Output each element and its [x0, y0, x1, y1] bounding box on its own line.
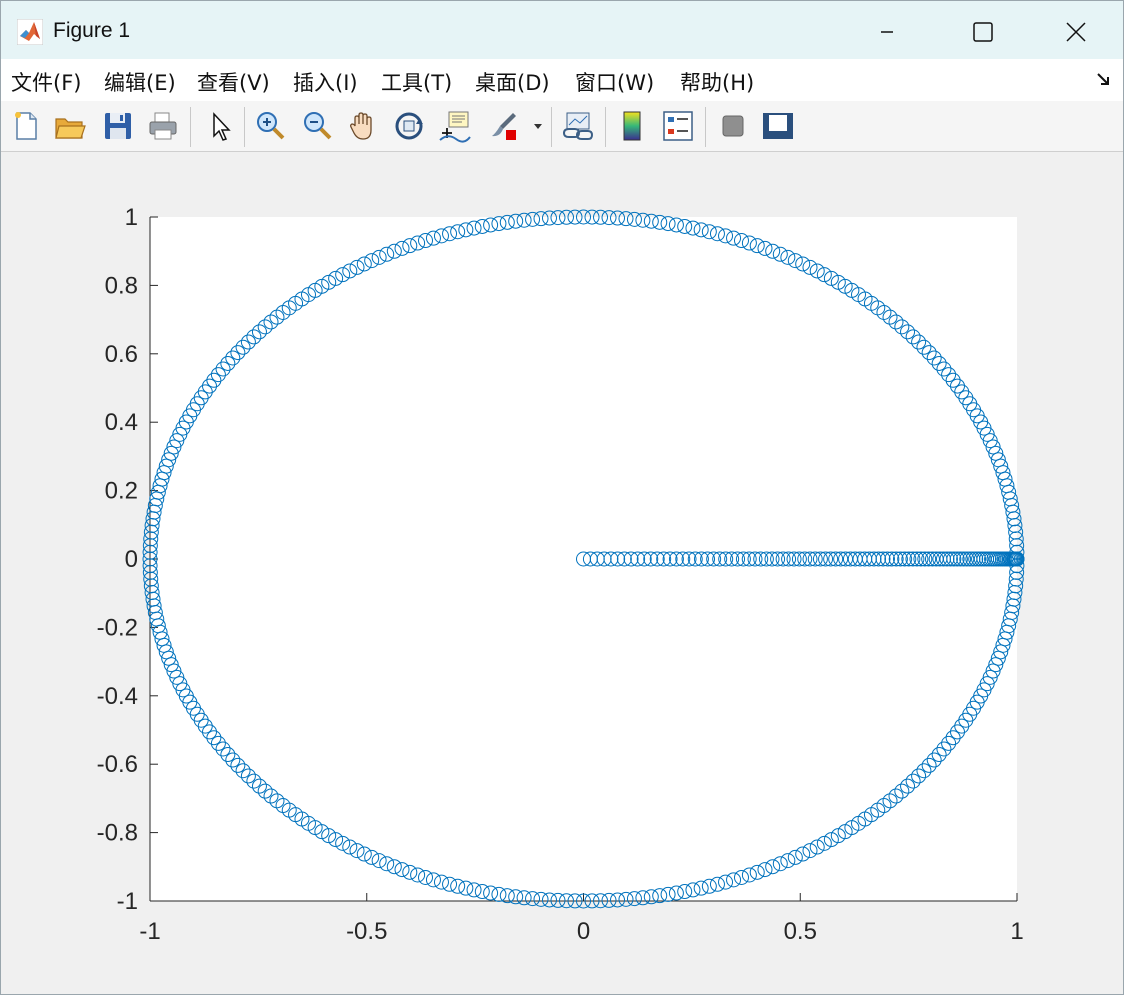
- y-tick-label: -1: [117, 888, 138, 915]
- scatter-plot[interactable]: -1 -0.5 0 0.5 1 -1 -0.8 -0.6 -0.4 -0.2 0 0.2 0.4 0.6 0…: [1, 152, 1123, 994]
- pan-hand-icon[interactable]: [346, 109, 380, 143]
- y-tick-label: -0.8: [97, 820, 138, 847]
- brush-icon[interactable]: [486, 109, 520, 143]
- window-title: Figure 1: [53, 19, 131, 42]
- menu-view[interactable]: 查看(V): [197, 67, 270, 97]
- x-tick-label: -0.5: [346, 918, 387, 945]
- toolbar-separator: [190, 107, 191, 147]
- menu-tools[interactable]: 工具(T): [381, 67, 452, 97]
- print-icon[interactable]: [146, 109, 180, 143]
- menu-bar: 文件(F) 编辑(E) 查看(V) 插入(I) 工具(T) 桌面(D) 窗口(W…: [1, 59, 1123, 102]
- y-tick-label: 0.4: [105, 409, 138, 436]
- hide-plot-tools-icon[interactable]: [716, 109, 750, 143]
- x-tick-label: 0.5: [784, 918, 817, 945]
- y-tick-label: 0.6: [105, 341, 138, 368]
- show-plot-tools-icon[interactable]: [761, 109, 795, 143]
- toolbar-separator: [551, 107, 552, 147]
- zoom-out-icon[interactable]: [300, 109, 334, 143]
- x-tick-label: 0: [577, 918, 590, 945]
- figure-window: Figure 1 文件(F) 编辑(E) 查看(V) 插入(I) 工具(T) 桌…: [0, 0, 1124, 995]
- x-tick-label: 1: [1010, 918, 1023, 945]
- y-tick-label: -0.4: [97, 683, 138, 710]
- y-tick-label: 0.8: [105, 272, 138, 299]
- matlab-logo-icon: [16, 18, 44, 46]
- figure-canvas: -1 -0.5 0 0.5 1 -1 -0.8 -0.6 -0.4 -0.2 0 0.2 0.4 0.6 0…: [1, 152, 1123, 994]
- title-bar: Figure 1: [1, 1, 1123, 59]
- menu-desktop[interactable]: 桌面(D): [475, 67, 550, 97]
- menu-file[interactable]: 文件(F): [11, 67, 81, 97]
- toolbar-separator: [705, 107, 706, 147]
- toolbar-separator: [605, 107, 606, 147]
- colorbar-icon[interactable]: [615, 109, 649, 143]
- zoom-in-icon[interactable]: [253, 109, 287, 143]
- link-plot-icon[interactable]: [561, 109, 595, 143]
- minimize-button[interactable]: [867, 15, 907, 49]
- y-tick-label: 0: [125, 546, 138, 573]
- rotate-3d-icon[interactable]: [392, 109, 426, 143]
- figure-toolbar: [1, 101, 1123, 152]
- data-cursor-icon[interactable]: [438, 109, 472, 143]
- y-tick-label: -0.2: [97, 614, 138, 641]
- toolbar-separator: [244, 107, 245, 147]
- menu-help[interactable]: 帮助(H): [680, 67, 754, 97]
- dock-arrow-icon[interactable]: [1095, 71, 1113, 89]
- new-figure-icon[interactable]: [9, 109, 43, 143]
- edit-plot-arrow-icon[interactable]: [203, 109, 237, 143]
- legend-icon[interactable]: [661, 109, 695, 143]
- open-file-icon[interactable]: [53, 109, 87, 143]
- menu-insert[interactable]: 插入(I): [293, 67, 358, 97]
- brush-dropdown-icon[interactable]: [532, 109, 544, 143]
- maximize-button[interactable]: [963, 15, 1003, 49]
- y-tick-label: 0.2: [105, 478, 138, 505]
- menu-window[interactable]: 窗口(W): [575, 67, 654, 97]
- x-tick-label: -1: [139, 918, 160, 945]
- save-icon[interactable]: [101, 109, 135, 143]
- close-button[interactable]: [1056, 15, 1096, 49]
- menu-edit[interactable]: 编辑(E): [104, 67, 176, 97]
- y-tick-label: -0.6: [97, 751, 138, 778]
- y-tick-label: 1: [125, 204, 138, 231]
